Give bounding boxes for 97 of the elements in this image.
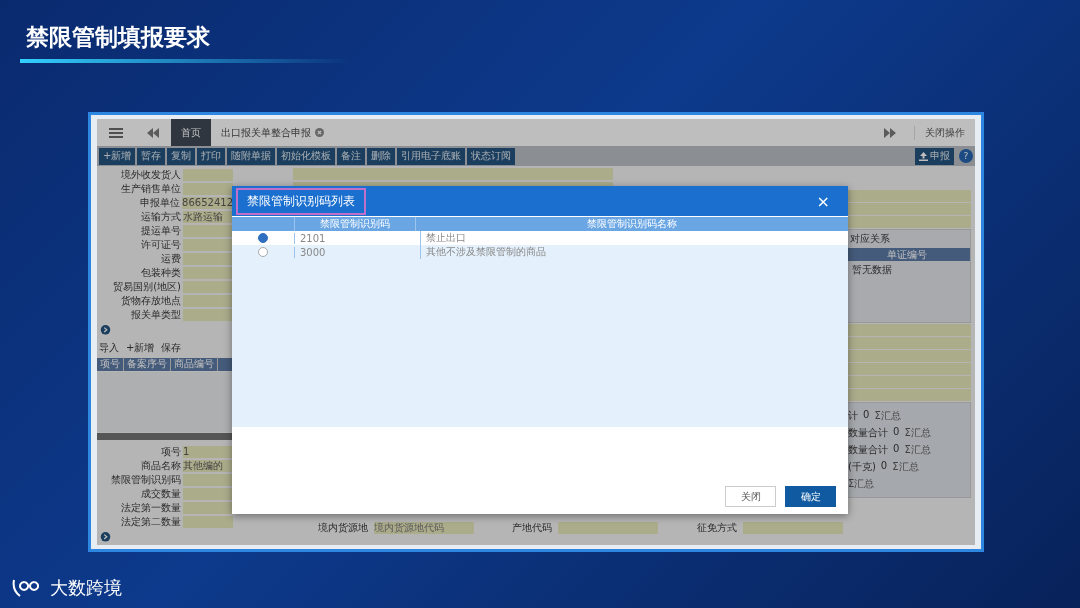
toolbar-button[interactable]: 导入 — [97, 340, 121, 355]
input-field[interactable] — [183, 168, 233, 181]
field-label: 境外收发货人 — [120, 167, 182, 182]
field-label: 许可证号 — [140, 237, 182, 252]
input-field[interactable]: 86652412 — [182, 196, 233, 209]
input-field[interactable] — [183, 182, 233, 195]
input-field[interactable] — [293, 168, 613, 180]
total-value: 0 — [880, 460, 888, 473]
field-label: 法定第一数量 — [120, 500, 182, 515]
field-label: 项号 — [160, 444, 182, 459]
declare-button[interactable]: 申报 — [915, 147, 954, 165]
radio-button[interactable] — [258, 233, 268, 243]
slide-title: 禁限管制填报要求 — [26, 23, 210, 52]
input-field[interactable] — [183, 501, 233, 514]
input-field[interactable]: 水路运输 — [183, 210, 233, 223]
dialog-title: 禁限管制识别码列表 — [236, 187, 366, 215]
field-label: 运输方式 — [140, 209, 182, 224]
table-cell: 禁止出口 — [426, 232, 466, 243]
field-label: 成交数量 — [140, 486, 182, 501]
total-value: 0 — [893, 443, 900, 456]
input-field[interactable]: 1 — [183, 445, 233, 458]
toolbar-button[interactable]: 暂存 — [137, 147, 166, 165]
input-field[interactable] — [183, 515, 233, 528]
field-label: 禁限管制识别码 — [110, 472, 182, 487]
field-label: 包装种类 — [140, 265, 182, 280]
table-cell: 其他不涉及禁限管制的商品 — [426, 246, 546, 257]
input-field[interactable] — [183, 294, 233, 307]
tab[interactable]: 首页 — [171, 119, 211, 146]
field-label: 贸易国别(地区) — [112, 279, 182, 294]
field-label: 法定第二数量 — [120, 514, 182, 529]
field-label: 境内货源地 — [316, 521, 369, 535]
field-label: 征免方式 — [696, 521, 738, 535]
radio-button[interactable] — [258, 247, 268, 257]
sum-link[interactable]: Σ汇总 — [904, 443, 931, 457]
toolbar-button[interactable]: 复制 — [167, 147, 196, 165]
input-field[interactable] — [183, 487, 233, 500]
close-button[interactable]: 关闭 — [725, 486, 776, 507]
sum-link[interactable]: Σ汇总 — [904, 426, 931, 440]
input-field[interactable] — [183, 280, 233, 293]
input-field[interactable] — [743, 522, 843, 534]
toolbar-button[interactable]: 备注 — [337, 147, 366, 165]
table-row[interactable]: 2101 禁止出口 — [232, 231, 848, 245]
field-label: 提运单号 — [140, 223, 182, 238]
empty-message: 暂无数据 — [851, 263, 893, 277]
field-label: 货物存放地点 — [120, 293, 182, 308]
menu-icon[interactable] — [109, 127, 123, 138]
input-field[interactable] — [183, 252, 233, 265]
upload-icon — [919, 151, 928, 161]
total-label: 数量合计 — [848, 426, 888, 440]
close-icon[interactable] — [315, 128, 324, 137]
toolbar-button[interactable]: 引用电子底账 — [397, 147, 466, 165]
field-label: 产地代码 — [511, 521, 554, 535]
input-field[interactable] — [183, 238, 233, 251]
column-header: 备案序号 — [124, 357, 171, 372]
field-label: 报关单类型 — [130, 307, 182, 322]
column-header: 商品编号 — [171, 357, 218, 372]
field-label: 生产销售单位 — [120, 181, 182, 196]
close-operations-link[interactable]: 关闭操作 — [914, 125, 975, 140]
sum-link[interactable]: Σ汇总 — [848, 477, 875, 491]
input-field[interactable]: 境内货源地代码 — [373, 522, 474, 534]
total-value: 0 — [863, 409, 870, 422]
field-label: 商品名称 — [140, 458, 182, 473]
column-header: 项号 — [97, 357, 124, 372]
field-label: 运费 — [160, 251, 182, 266]
input-field[interactable] — [183, 266, 233, 279]
input-field[interactable]: 其他编的 — [183, 459, 233, 472]
toolbar-button[interactable]: 删除 — [367, 147, 396, 165]
double-right-arrow-icon[interactable] — [884, 127, 896, 138]
input-field[interactable] — [558, 522, 659, 534]
field-label: 申报单位 — [139, 195, 182, 210]
total-label: 计 — [848, 409, 858, 423]
total-label: (千克) — [848, 460, 876, 474]
input-field[interactable] — [183, 224, 233, 237]
sum-link[interactable]: Σ汇总 — [892, 460, 919, 474]
help-button[interactable]: ? — [959, 149, 973, 163]
toolbar-button[interactable]: 打印 — [197, 147, 226, 165]
toolbar-button[interactable]: 保存 — [159, 340, 184, 355]
sum-link[interactable]: Σ汇总 — [874, 409, 901, 423]
close-button[interactable]: × — [802, 191, 844, 211]
double-left-arrow-icon[interactable] — [147, 127, 159, 138]
input-field[interactable] — [183, 308, 233, 321]
confirm-button[interactable]: 确定 — [785, 486, 836, 507]
panel-title: 对应关系 — [849, 232, 891, 246]
toolbar-button[interactable]: 状态订阅 — [467, 147, 516, 165]
total-label: 数量合计 — [848, 443, 888, 457]
toolbar-button[interactable]: +新增 — [124, 340, 157, 355]
input-field[interactable] — [183, 473, 233, 486]
logo-text: 大数跨境 — [50, 576, 122, 600]
table-cell: 2101 — [300, 232, 326, 244]
expand-icon[interactable] — [100, 532, 111, 542]
tab[interactable]: 出口报关单整合申报 — [211, 119, 334, 146]
table-cell: 3000 — [300, 246, 326, 258]
expand-icon[interactable] — [100, 325, 111, 335]
toolbar-button[interactable]: +新增 — [99, 147, 136, 165]
toolbar-button[interactable]: 随附单据 — [227, 147, 276, 165]
total-value: 0 — [893, 426, 900, 439]
toolbar-button[interactable]: 初始化模板 — [277, 147, 336, 165]
